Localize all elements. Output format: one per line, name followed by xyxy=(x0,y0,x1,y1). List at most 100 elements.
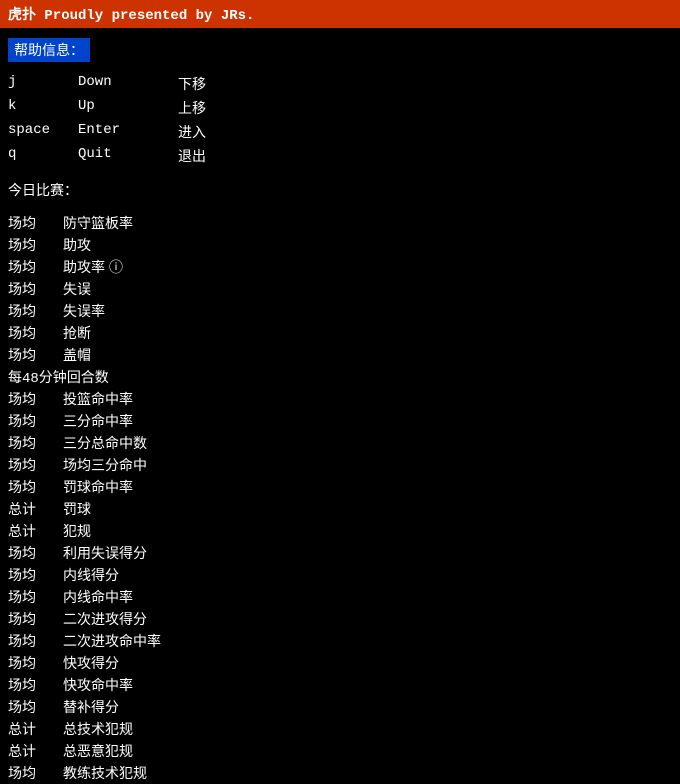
title-bar: 虎扑 Proudly presented by JRs. xyxy=(0,0,680,28)
list-item-prefix: 场均 xyxy=(8,235,63,255)
list-item-prefix: 场均 xyxy=(8,433,63,453)
list-item-prefix: 场均 xyxy=(8,257,63,277)
list-container: 场均 防守篮板率 场均 助攻 场均 助攻率ⓘ 场均 失误 场均 失误率 场均 抢… xyxy=(8,212,672,784)
list-item-name: 内线命中率 xyxy=(63,587,133,607)
list-item-name: 教练技术犯规 xyxy=(63,763,147,783)
list-item[interactable]: 场均 抢断 xyxy=(8,322,672,344)
help-row: j Down 下移 xyxy=(8,72,672,96)
help-table: j Down 下移 k Up 上移 space Enter 进入 q Quit … xyxy=(8,72,672,168)
list-item[interactable]: 场均 教练技术犯规 xyxy=(8,762,672,784)
list-item[interactable]: 总计 总技术犯规 xyxy=(8,718,672,740)
info-icon: ⓘ xyxy=(109,257,123,277)
list-item[interactable]: 场均 快攻命中率 xyxy=(8,674,672,696)
list-item-name: 利用失误得分 xyxy=(63,543,147,563)
help-action: Enter xyxy=(78,122,178,142)
list-item[interactable]: 场均 场均三分命中 xyxy=(8,454,672,476)
list-item-prefix: 场均 xyxy=(8,675,63,695)
list-item-name: 三分命中率 xyxy=(63,411,133,431)
list-item[interactable]: 场均 防守篮板率 xyxy=(8,212,672,234)
help-action: Down xyxy=(78,74,178,94)
list-item-name: 罚球 xyxy=(63,499,91,519)
list-item-name: 失误率 xyxy=(63,301,105,321)
list-item-name: 二次进攻得分 xyxy=(63,609,147,629)
list-item-name: 替补得分 xyxy=(63,697,119,717)
list-item-prefix: 场均 xyxy=(8,213,63,233)
help-row: k Up 上移 xyxy=(8,96,672,120)
today-games-label: 今日比赛： xyxy=(8,184,78,200)
list-item-prefix: 总计 xyxy=(8,719,63,739)
list-item-name: 投篮命中率 xyxy=(63,389,133,409)
list-item-name: 盖帽 xyxy=(63,345,91,365)
list-item-prefix: 场均 xyxy=(8,697,63,717)
list-item[interactable]: 场均 替补得分 xyxy=(8,696,672,718)
section-title: 今日比赛： xyxy=(8,180,672,200)
list-item-prefix: 场均 xyxy=(8,631,63,651)
list-item[interactable]: 场均 盖帽 xyxy=(8,344,672,366)
list-item-prefix: 场均 xyxy=(8,455,63,475)
list-item-name: 快攻命中率 xyxy=(63,675,133,695)
help-desc: 上移 xyxy=(178,98,206,118)
list-item[interactable]: 每48分钟 回合数 xyxy=(8,366,672,388)
help-key: q xyxy=(8,146,78,166)
list-item[interactable]: 场均 投篮命中率 xyxy=(8,388,672,410)
list-item-prefix: 场均 xyxy=(8,411,63,431)
list-item-name: 快攻得分 xyxy=(63,653,119,673)
list-item-name: 犯规 xyxy=(63,521,91,541)
list-item-prefix: 场均 xyxy=(8,301,63,321)
list-item-prefix: 场均 xyxy=(8,477,63,497)
list-item-name: 失误 xyxy=(63,279,91,299)
help-header: 帮助信息： xyxy=(8,38,90,62)
list-item[interactable]: 场均 失误 xyxy=(8,278,672,300)
list-item-name: 助攻 xyxy=(63,235,91,255)
list-item[interactable]: 场均 助攻 xyxy=(8,234,672,256)
list-item-name: 二次进攻命中率 xyxy=(63,631,161,651)
list-item[interactable]: 总计 总恶意犯规 xyxy=(8,740,672,762)
list-item[interactable]: 场均 三分总命中数 xyxy=(8,432,672,454)
list-item-prefix: 场均 xyxy=(8,389,63,409)
list-item[interactable]: 场均 三分命中率 xyxy=(8,410,672,432)
list-item-name: 抢断 xyxy=(63,323,91,343)
list-item-prefix: 总计 xyxy=(8,741,63,761)
list-item-name: 回合数 xyxy=(67,367,109,387)
list-item-prefix: 场均 xyxy=(8,587,63,607)
list-item-prefix: 场均 xyxy=(8,565,63,585)
list-item-name: 内线得分 xyxy=(63,565,119,585)
help-key: j xyxy=(8,74,78,94)
list-item[interactable]: 场均 内线命中率 xyxy=(8,586,672,608)
list-item-prefix: 场均 xyxy=(8,345,63,365)
list-item[interactable]: 场均 利用失误得分 xyxy=(8,542,672,564)
list-item[interactable]: 场均 二次进攻命中率 xyxy=(8,630,672,652)
list-item-prefix: 场均 xyxy=(8,323,63,343)
help-row: q Quit 退出 xyxy=(8,144,672,168)
list-item[interactable]: 总计 罚球 xyxy=(8,498,672,520)
help-key: k xyxy=(8,98,78,118)
help-desc: 下移 xyxy=(178,74,206,94)
list-item-prefix: 场均 xyxy=(8,543,63,563)
help-action: Quit xyxy=(78,146,178,166)
list-item-prefix: 场均 xyxy=(8,609,63,629)
title-text: 虎扑 Proudly presented by JRs. xyxy=(8,8,254,24)
list-item-name: 防守篮板率 xyxy=(63,213,133,233)
list-item-name: 三分总命中数 xyxy=(63,433,147,453)
list-item-prefix: 场均 xyxy=(8,653,63,673)
help-row: space Enter 进入 xyxy=(8,120,672,144)
help-desc: 进入 xyxy=(178,122,206,142)
list-item[interactable]: 总计 犯规 xyxy=(8,520,672,542)
list-item[interactable]: 场均 失误率 xyxy=(8,300,672,322)
list-item[interactable]: 场均 内线得分 xyxy=(8,564,672,586)
list-item[interactable]: 场均 二次进攻得分 xyxy=(8,608,672,630)
list-item-prefix: 场均 xyxy=(8,763,63,783)
list-item-name: 总技术犯规 xyxy=(63,719,133,739)
list-item-name: 场均三分命中 xyxy=(63,455,147,475)
list-item-prefix: 总计 xyxy=(8,521,63,541)
help-desc: 退出 xyxy=(178,146,206,166)
list-item[interactable]: 场均 罚球命中率 xyxy=(8,476,672,498)
list-item[interactable]: 场均 助攻率ⓘ xyxy=(8,256,672,278)
list-item-name: 罚球命中率 xyxy=(63,477,133,497)
list-item[interactable]: 场均 快攻得分 xyxy=(8,652,672,674)
list-item-prefix: 每48分钟 xyxy=(8,367,67,387)
list-item-name: 助攻率 xyxy=(63,257,105,277)
list-item-name: 总恶意犯规 xyxy=(63,741,133,761)
list-item-prefix: 总计 xyxy=(8,499,63,519)
list-item-prefix: 场均 xyxy=(8,279,63,299)
